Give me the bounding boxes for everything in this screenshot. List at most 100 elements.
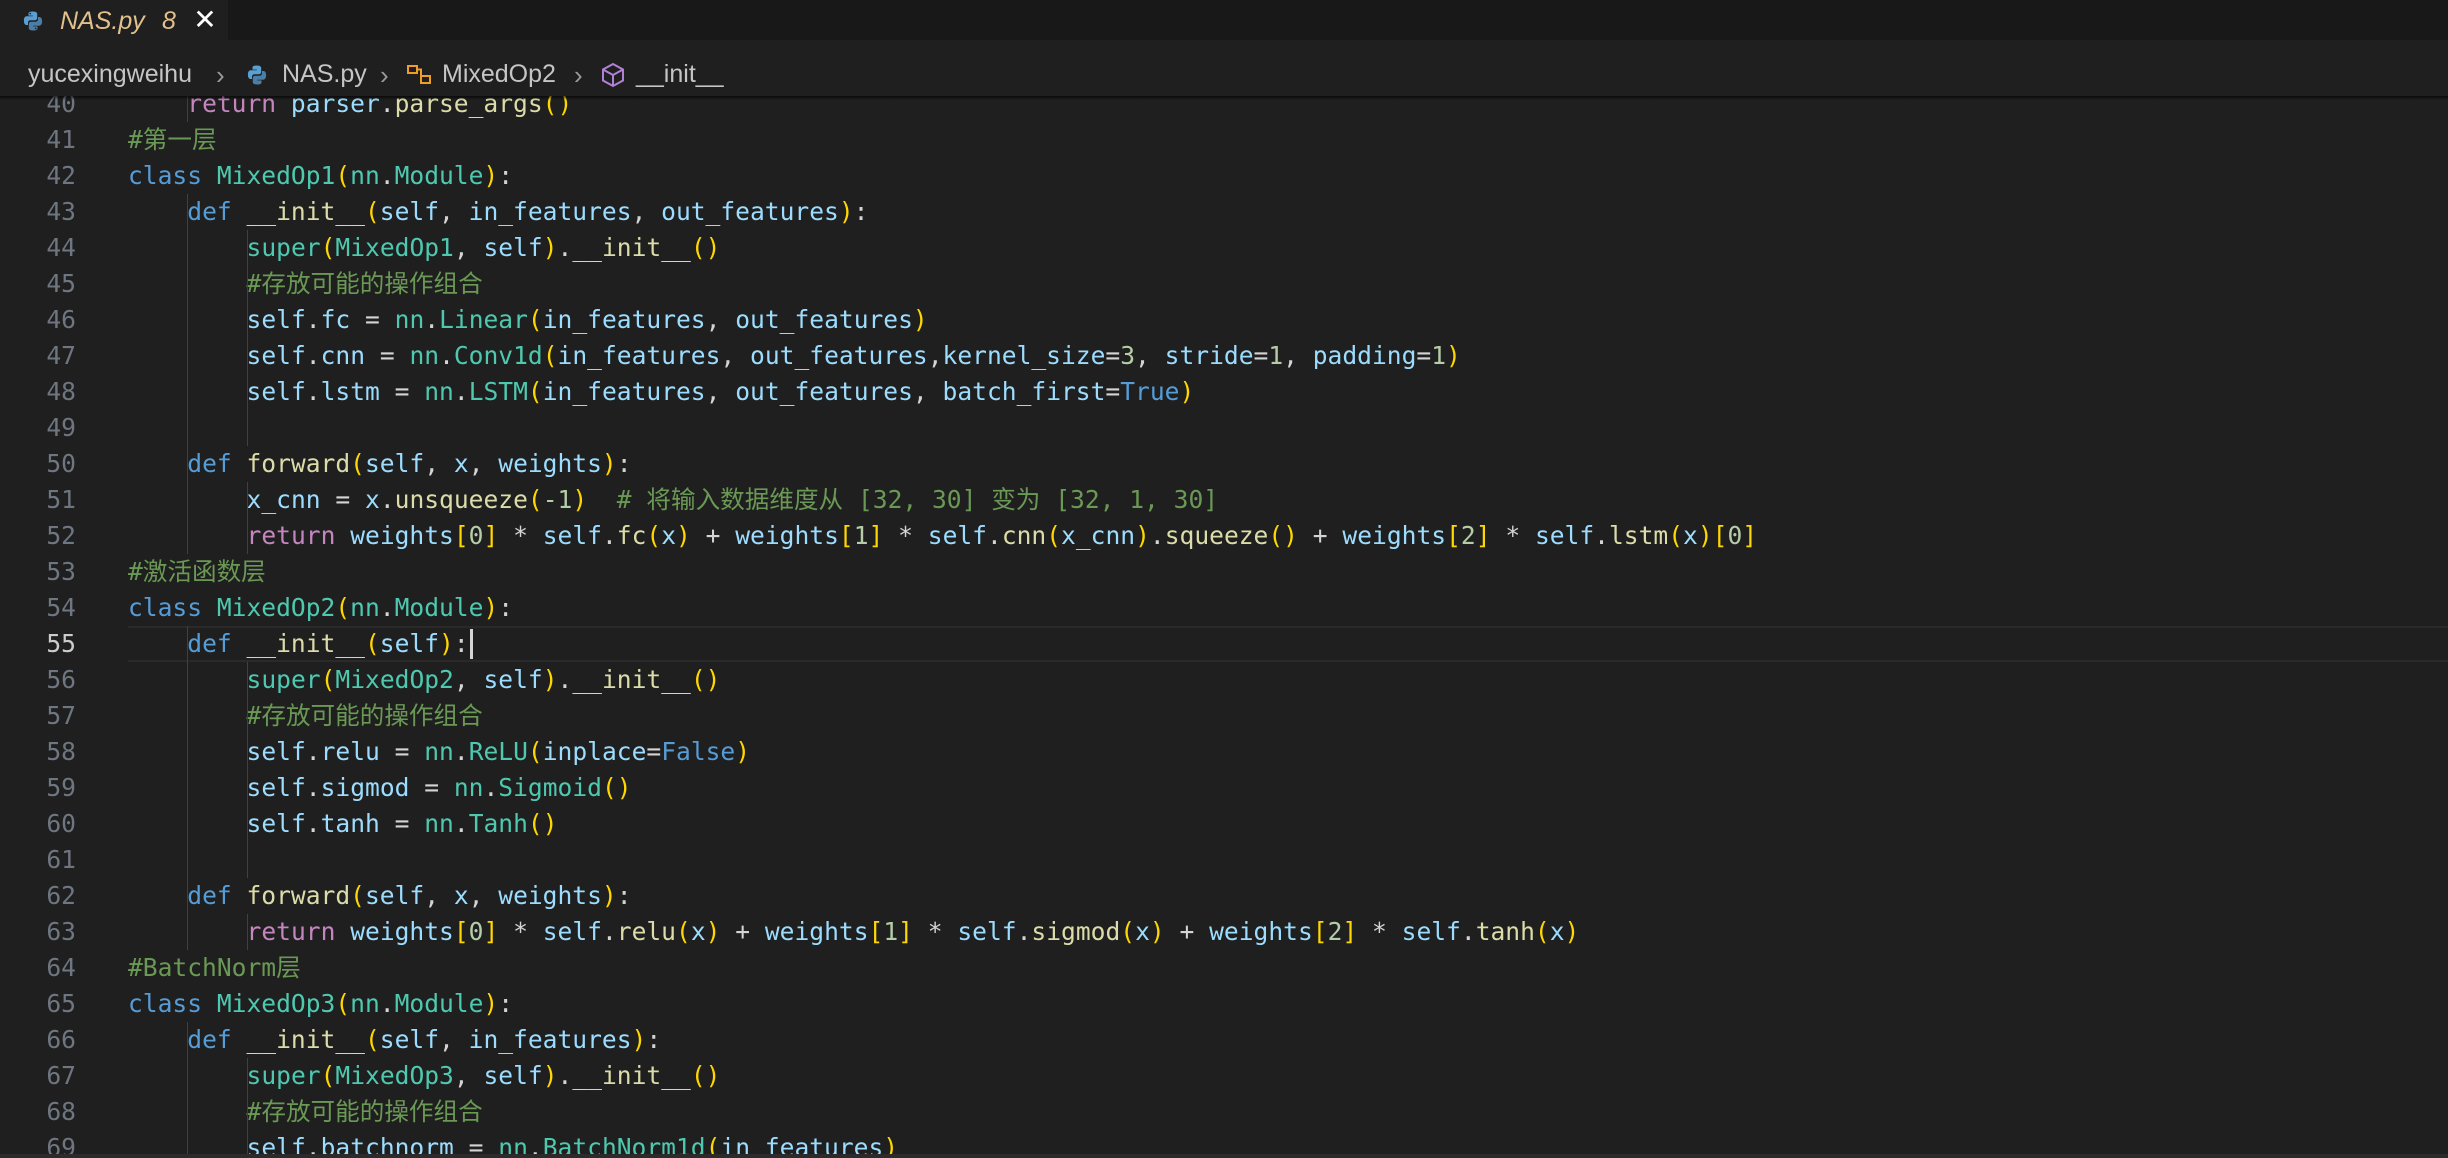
code-line[interactable]: 66 def __init__(self, in_features): (0, 1022, 2448, 1058)
code-text[interactable]: def __init__(self, in_features, out_feat… (187, 194, 868, 230)
code-token: nn (350, 989, 380, 1018)
close-icon[interactable]: ✕ (192, 6, 218, 34)
code-line[interactable]: 63 return weights[0] * self.relu(x) + wei… (0, 914, 2448, 950)
code-text[interactable]: x_cnn = x.unsqueeze(-1) # 将输入数据维度从 [32, … (247, 482, 1219, 518)
line-number: 54 (46, 593, 76, 622)
code-text[interactable]: self.lstm = nn.LSTM(in_features, out_fea… (247, 374, 1195, 410)
code-token: tanh (320, 809, 380, 838)
breadcrumb-method[interactable]: __init__ (636, 60, 724, 89)
code-text[interactable]: self.relu = nn.ReLU(inplace=False) (247, 734, 751, 770)
code-text[interactable]: #BatchNorm层 (128, 950, 301, 986)
code-editor[interactable]: 40 return parser.parse_args() 41 #第一层 42 clas… (0, 96, 2448, 1154)
horizontal-scrollbar[interactable] (0, 1154, 2448, 1158)
code-line[interactable]: 67 super(MixedOp3, self).__init__() (0, 1058, 2448, 1094)
code-line[interactable]: 41 #第一层 (0, 122, 2448, 158)
code-token: out_features (735, 377, 913, 406)
line-number: 56 (46, 665, 76, 694)
code-line[interactable]: 49 (0, 410, 2448, 446)
code-line[interactable]: 62 def forward(self, x, weights): (0, 878, 2448, 914)
code-text[interactable]: #第一层 (128, 122, 217, 158)
code-token: , (631, 197, 662, 226)
code-line[interactable]: 43 def __init__(self, in_features, out_fe… (0, 194, 2448, 230)
code-line[interactable]: 68 #存放可能的操作组合 (0, 1094, 2448, 1130)
code-token: self (246, 809, 306, 838)
code-line[interactable]: 55 def __init__(self): (0, 626, 2448, 662)
code-token: ) (883, 1133, 899, 1154)
code-text[interactable]: self.cnn = nn.Conv1d(in_features, out_fe… (247, 338, 1461, 374)
breadcrumb-class[interactable]: MixedOp2 (442, 60, 556, 89)
code-line[interactable]: 58 self.relu = nn.ReLU(inplace=False) (0, 734, 2448, 770)
line-number: 46 (46, 305, 76, 334)
code-token: ( (705, 1133, 721, 1154)
code-token: = (1253, 341, 1269, 370)
code-text[interactable]: #存放可能的操作组合 (247, 1094, 483, 1130)
code-text[interactable]: def forward(self, x, weights): (187, 446, 631, 482)
code-text[interactable]: def __init__(self, in_features): (187, 1022, 661, 1058)
text-cursor (469, 629, 473, 659)
code-text[interactable]: super(MixedOp3, self).__init__() (247, 1058, 721, 1094)
code-line[interactable]: 50 def forward(self, x, weights): (0, 446, 2448, 482)
code-token: weights (764, 917, 869, 946)
code-line[interactable]: 52 return weights[0] * self.fc(x) + weigh… (0, 518, 2448, 554)
code-line[interactable]: 57 #存放可能的操作组合 (0, 698, 2448, 734)
code-line[interactable]: 65 class MixedOp3(nn.Module): (0, 986, 2448, 1022)
code-line[interactable]: 59 self.sigmod = nn.Sigmoid() (0, 770, 2448, 806)
code-text[interactable]: def __init__(self): (187, 626, 468, 662)
code-text[interactable]: class MixedOp3(nn.Module): (128, 986, 513, 1022)
code-token: , (705, 377, 736, 406)
code-token: self (483, 233, 543, 262)
code-token: ( (542, 341, 558, 370)
code-line[interactable]: 60 self.tanh = nn.Tanh() (0, 806, 2448, 842)
indent-guide (246, 230, 248, 446)
code-line[interactable]: 64 #BatchNorm层 (0, 950, 2448, 986)
code-text[interactable]: return weights[0] * self.relu(x) + weigh… (247, 914, 1580, 950)
code-line[interactable]: 42 class MixedOp1(nn.Module): (0, 158, 2448, 194)
code-token: lstm (1608, 521, 1669, 550)
code-token: nn (350, 593, 380, 622)
code-text[interactable]: self.tanh = nn.Tanh() (247, 806, 558, 842)
code-token: ) (1446, 341, 1461, 370)
code-line[interactable]: 47 self.cnn = nn.Conv1d(in_features, out_… (0, 338, 2448, 374)
code-token: forward (246, 881, 351, 910)
breadcrumb (0, 40, 2448, 96)
code-line[interactable]: 61 (0, 842, 2448, 878)
breadcrumb-file[interactable]: NAS.py (282, 60, 367, 89)
tab-filename: NAS.py (60, 7, 145, 35)
code-token: Module (394, 989, 484, 1018)
code-token: __init__ (246, 629, 365, 658)
code-line[interactable]: 46 self.fc = nn.Linear(in_features, out_f… (0, 302, 2448, 338)
tab-nas-py[interactable]: NAS.py 8 ✕ (0, 0, 228, 40)
code-text[interactable]: return weights[0] * self.fc(x) + weights… (247, 518, 1758, 554)
code-line[interactable]: 54 class MixedOp2(nn.Module): (0, 590, 2448, 626)
code-text[interactable]: super(MixedOp1, self).__init__() (247, 230, 721, 266)
code-text[interactable]: def forward(self, x, weights): (187, 878, 631, 914)
code-token: [ (838, 521, 854, 550)
code-text[interactable]: self.fc = nn.Linear(in_features, out_fea… (247, 302, 928, 338)
code-line[interactable]: 48 self.lstm = nn.LSTM(in_features, out_f… (0, 374, 2448, 410)
code-line[interactable]: 45 #存放可能的操作组合 (0, 266, 2448, 302)
code-text[interactable]: #存放可能的操作组合 (247, 698, 483, 734)
code-text[interactable]: self.sigmod = nn.Sigmoid() (247, 770, 632, 806)
code-token: nn (394, 305, 425, 334)
code-token: ] (483, 917, 499, 946)
chevron-right-icon: › (216, 60, 225, 90)
line-number: 43 (46, 197, 76, 226)
code-line[interactable]: 69 self.batchnorm = nn.BatchNorm1d(in_fea… (0, 1130, 2448, 1154)
breadcrumb-folder[interactable]: yucexingweihu (28, 60, 192, 89)
code-line[interactable]: 56 super(MixedOp2, self).__init__() (0, 662, 2448, 698)
code-text[interactable]: class MixedOp2(nn.Module): (128, 590, 513, 626)
code-text[interactable]: self.batchnorm = nn.BatchNorm1d(in_featu… (247, 1130, 899, 1154)
code-token: ] (898, 917, 913, 946)
code-token: () (1268, 521, 1298, 550)
code-line[interactable]: 53 #激活函数层 (0, 554, 2448, 590)
code-token: super (246, 1061, 321, 1090)
code-line[interactable]: 51 x_cnn = x.unsqueeze(-1) # 将输入数据维度从 [32… (0, 482, 2448, 518)
code-text[interactable]: #存放可能的操作组合 (247, 266, 483, 302)
code-text[interactable]: #激活函数层 (128, 554, 266, 590)
code-text[interactable]: super(MixedOp2, self).__init__() (247, 662, 721, 698)
code-token: ( (527, 737, 543, 766)
code-token: . (305, 773, 321, 802)
code-line[interactable]: 44 super(MixedOp1, self).__init__() (0, 230, 2448, 266)
code-text[interactable]: class MixedOp1(nn.Module): (128, 158, 513, 194)
